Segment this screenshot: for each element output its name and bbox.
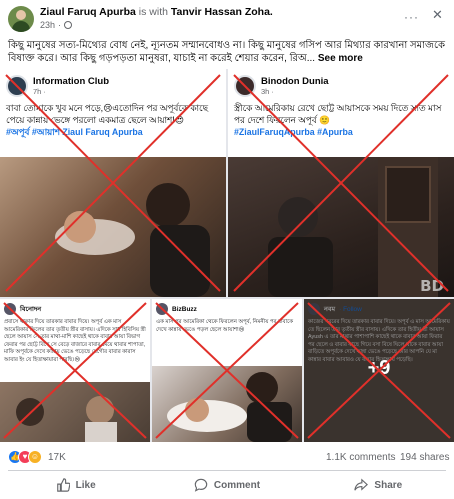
meta-separator: · [58,20,62,30]
divider [8,470,446,471]
more-photos-count[interactable]: +9 [304,357,454,380]
author-avatar[interactable] [8,6,34,32]
page-header: বিনোদন [4,303,41,315]
page-header: Information Club 7h · [6,75,109,97]
shares-count[interactable]: 194 shares [400,452,449,463]
page-header: BizBuzz [156,303,197,315]
page-name: BizBuzz [172,305,197,313]
post-actions: Like Comment Share [0,473,454,497]
comments-count[interactable]: 1.1K comments [326,452,395,463]
reaction-icons[interactable]: 👍 ♥ ☺ [8,450,42,464]
photo-grid: Information Club 7h · বাবা তোমাকে খুব মন… [0,69,454,442]
photo-figures [55,183,210,297]
photo-top-left[interactable]: Information Club 7h · বাবা তোমাকে খুব মন… [0,69,226,297]
screenshot-post-text: স্ত্রীকে আমেরিকায় রেখে ছোট্ট আয়াসকে সম… [234,102,446,138]
photo-figures [167,372,292,442]
post-header: Ziaul Faruq Apurba is with Tanvir Hassan… [0,0,454,36]
photo-bottom-middle[interactable]: BizBuzz এক মাস পর আমেরিকা থেকে ফিরলেন অপ… [152,299,302,442]
screenshot-text: বাবা তোমাকে খুব মনে পড়ে,😢এতোদিন পর অপূর… [6,103,208,125]
share-label: Share [374,479,403,491]
photo-figures [16,396,117,442]
author-line: Ziaul Faruq Apurba is with Tanvir Hassan… [40,6,273,18]
screenshot-text: এক মাস পর আমেরিকা থেকে ফিরলেন অপূর্ব, নি… [156,319,294,333]
comment-bubble-icon [194,478,208,492]
share-button[interactable]: Share [303,473,454,497]
page-name: বিনোদন [20,305,42,313]
screenshot-post-text: বাবা তোমাকে খুব মনে পড়ে,😢এতোদিন পর অপূর… [6,102,218,138]
post-stats: 👍 ♥ ☺ 17K 1.1K comments 194 shares [0,446,454,468]
post-meta: 23h · [40,20,73,30]
screenshot-text: প্রবাসে থাকার দিয়ে তারকার বাবার দিয়ে। … [4,319,146,363]
post-caption: কিছু মানুষের সত্য-মিথ্যের বোধ নেই, ন্যূন… [8,39,448,65]
tagged-name[interactable]: Tanvir Hassan Zoha. [171,6,273,18]
page-logo [4,303,16,315]
watermark-logo: BD [420,277,444,295]
comment-button[interactable]: Comment [151,473,302,497]
screenshot-hashtags: #অপূর্ব #আয়াশ Ziaul Faruq Apurba [6,127,143,137]
like-button[interactable]: Like [0,473,151,497]
photo-image [0,157,226,297]
photo-bottom-right[interactable]: নবম · Follow কাজের খবরের দিয়ে তারকার বা… [304,299,454,442]
more-options-button[interactable]: ··· [404,10,419,24]
screenshot-text: স্ত্রীকে আমেরিকায় রেখে ছোট্ট আয়াসকে সম… [234,103,442,125]
like-label: Like [75,479,96,491]
page-time: 3h · [261,87,274,96]
page-logo [6,75,28,97]
photo-image [0,382,150,442]
thumbs-up-icon [56,478,70,492]
caption-text: কিছু মানুষের সত্য-মিথ্যের বোধ নেই, ন্যূন… [8,40,446,64]
reactions-count[interactable]: 17K [48,452,66,463]
photo-top-right[interactable]: Binodon Dunia 3h · স্ত্রীকে আমেরিকায় রে… [228,69,454,297]
page-name: Information Club [33,76,109,87]
page-logo [156,303,168,315]
photo-figures [268,157,438,297]
page-logo [234,75,256,97]
page-name: Binodon Dunia [261,76,329,87]
author-name[interactable]: Ziaul Faruq Apurba [40,6,136,18]
with-text: is with [138,6,168,18]
photo-bottom-left[interactable]: বিনোদন প্রবাসে থাকার দিয়ে তারকার বাবার … [0,299,150,442]
post-time[interactable]: 23h [40,20,55,30]
screenshot-hashtags: #ZiaulFaruqApurba #Apurba [234,127,353,137]
globe-icon [64,21,73,29]
page-time: 7h · [33,87,46,96]
share-arrow-icon [354,478,369,491]
close-icon[interactable]: ✕ [432,7,443,23]
care-reaction-icon: ☺ [28,450,42,464]
photo-image: BD [228,157,454,297]
comment-label: Comment [213,479,261,491]
page-header: Binodon Dunia 3h · [234,75,329,97]
see-more-link[interactable]: See more [318,53,363,64]
photo-image [152,366,302,442]
